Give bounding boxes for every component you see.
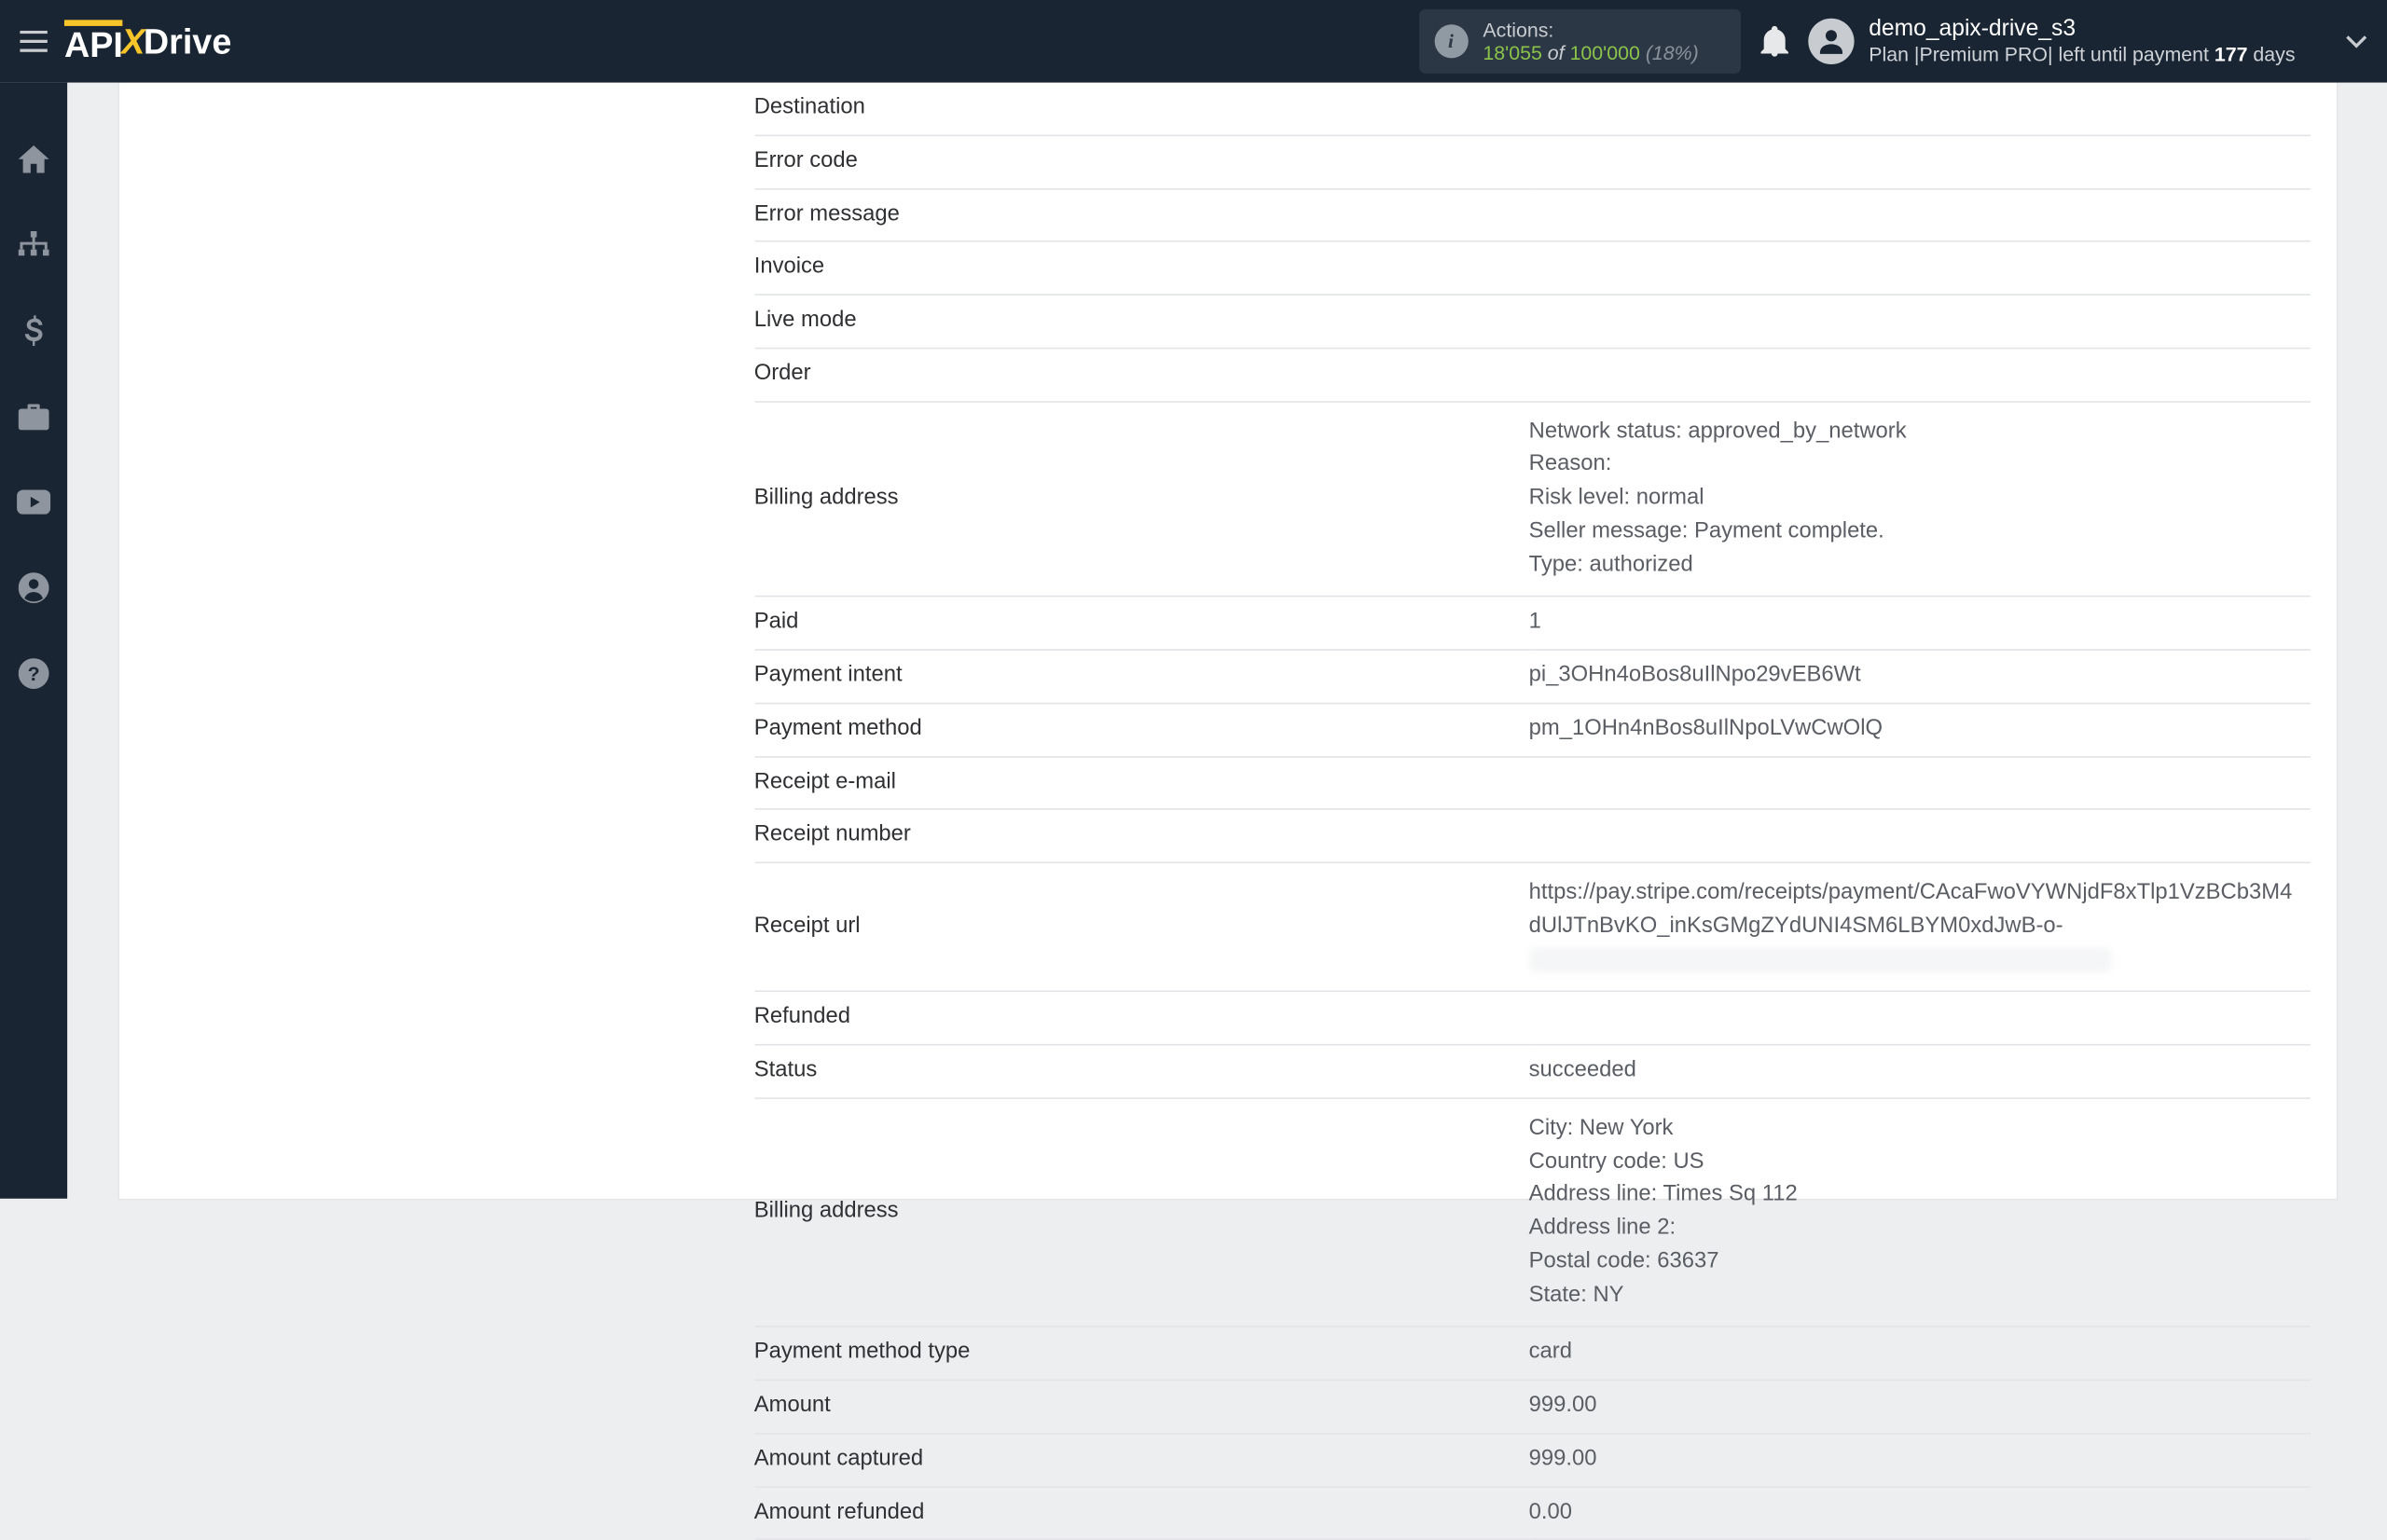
row-key: Status [754,1045,1529,1098]
table-row: Amount captured999.00 [754,1433,2310,1486]
row-value: pi_3OHn4oBos8uIlNpo29vEB6Wt [1529,650,2310,703]
chevron-down-icon[interactable] [2325,34,2387,48]
table-row: Receipt e-mail [754,756,2310,809]
left-rail: ? [0,83,67,1199]
help-icon[interactable]: ? [0,653,67,695]
table-row: Receipt urlhttps://pay.stripe.com/receip… [754,862,2310,991]
redacted-text [1529,947,2111,971]
table-row: Payment method typecard [754,1327,2310,1380]
actions-counter[interactable]: i Actions: 18'055 of 100'000 (18%) [1418,9,1740,74]
username: demo_apix-drive_s3 [1869,15,2295,44]
row-value: card [1529,1327,2310,1380]
plan-info: Plan |Premium PRO| left until payment 17… [1869,43,2295,68]
row-key: Destination [754,83,1529,135]
avatar-icon [1808,19,1854,64]
row-key: Error message [754,188,1529,241]
table-row: Statussucceeded [754,1045,2310,1098]
table-row: Destination [754,83,2310,135]
row-value: City: New YorkCountry code: USAddress li… [1529,1098,2310,1327]
row-value: pm_1OHn4nBos8uIlNpoLVwCwOlQ [1529,703,2310,756]
table-row: Error message [754,188,2310,241]
home-icon[interactable] [0,138,67,181]
row-key: Receipt number [754,809,1529,862]
actions-label: Actions: [1483,19,1698,42]
row-value: 1 [1529,597,2310,650]
billing-icon[interactable] [0,309,67,352]
user-menu[interactable]: demo_apix-drive_s3 Plan |Premium PRO| le… [1808,15,2326,68]
youtube-icon[interactable] [0,481,67,524]
row-value [1529,756,2310,809]
row-key: Live mode [754,295,1529,348]
table-row: Billing addressCity: New YorkCountry cod… [754,1098,2310,1327]
hamburger-menu-icon[interactable] [0,0,67,83]
table-row: Amount refunded0.00 [754,1486,2310,1539]
bell-icon[interactable] [1740,26,1807,57]
row-key: Error code [754,135,1529,188]
table-row: Billing addressNetwork status: approved_… [754,401,2310,597]
row-key: Paid [754,597,1529,650]
row-value [1529,241,2310,295]
table-row: Receipt number [754,809,2310,862]
row-value [1529,295,2310,348]
row-value [1529,348,2310,401]
table-row: Payment methodpm_1OHn4nBos8uIlNpoLVwCwOl… [754,703,2310,756]
row-value [1529,83,2310,135]
row-key: Refunded [754,992,1529,1045]
table-row: Invoice [754,241,2310,295]
account-icon[interactable] [0,567,67,610]
row-value: https://pay.stripe.com/receipts/payment/… [1529,862,2310,991]
actions-value: 18'055 of 100'000 (18%) [1483,41,1698,64]
topbar: APIXDrive i Actions: 18'055 of 100'000 (… [0,0,2387,83]
info-icon: i [1434,24,1468,58]
table-row: Error code [754,135,2310,188]
connections-icon[interactable] [0,224,67,267]
row-key: Receipt url [754,862,1529,991]
row-value [1529,992,2310,1045]
table-row: Refunded [754,992,2310,1045]
row-key: Payment method type [754,1327,1529,1380]
row-key: Billing address [754,1098,1529,1327]
row-key: Amount captured [754,1433,1529,1486]
table-row: Order [754,348,2310,401]
details-table: DestinationError codeError messageInvoic… [754,83,2310,1540]
row-key: Billing address [754,401,1529,597]
row-key: Payment method [754,703,1529,756]
row-key: Amount refunded [754,1486,1529,1539]
row-value: 999.00 [1529,1380,2310,1433]
table-row: Live mode [754,295,2310,348]
row-key: Invoice [754,241,1529,295]
row-key: Order [754,348,1529,401]
row-key: Receipt e-mail [754,756,1529,809]
row-value [1529,809,2310,862]
row-key: Amount [754,1380,1529,1433]
svg-text:?: ? [28,663,40,685]
table-row: Amount999.00 [754,1380,2310,1433]
main-panel: DestinationError codeError messageInvoic… [118,83,2336,1199]
row-value [1529,135,2310,188]
row-value: Network status: approved_by_networkReaso… [1529,401,2310,597]
table-row: Payment intentpi_3OHn4oBos8uIlNpo29vEB6W… [754,650,2310,703]
row-value [1529,188,2310,241]
logo[interactable]: APIXDrive [64,20,231,62]
content-area: DestinationError codeError messageInvoic… [67,83,2387,1199]
row-value: 999.00 [1529,1433,2310,1486]
row-key: Payment intent [754,650,1529,703]
briefcase-icon[interactable] [0,395,67,438]
row-value: 0.00 [1529,1486,2310,1539]
table-row: Paid1 [754,597,2310,650]
row-value: succeeded [1529,1045,2310,1098]
